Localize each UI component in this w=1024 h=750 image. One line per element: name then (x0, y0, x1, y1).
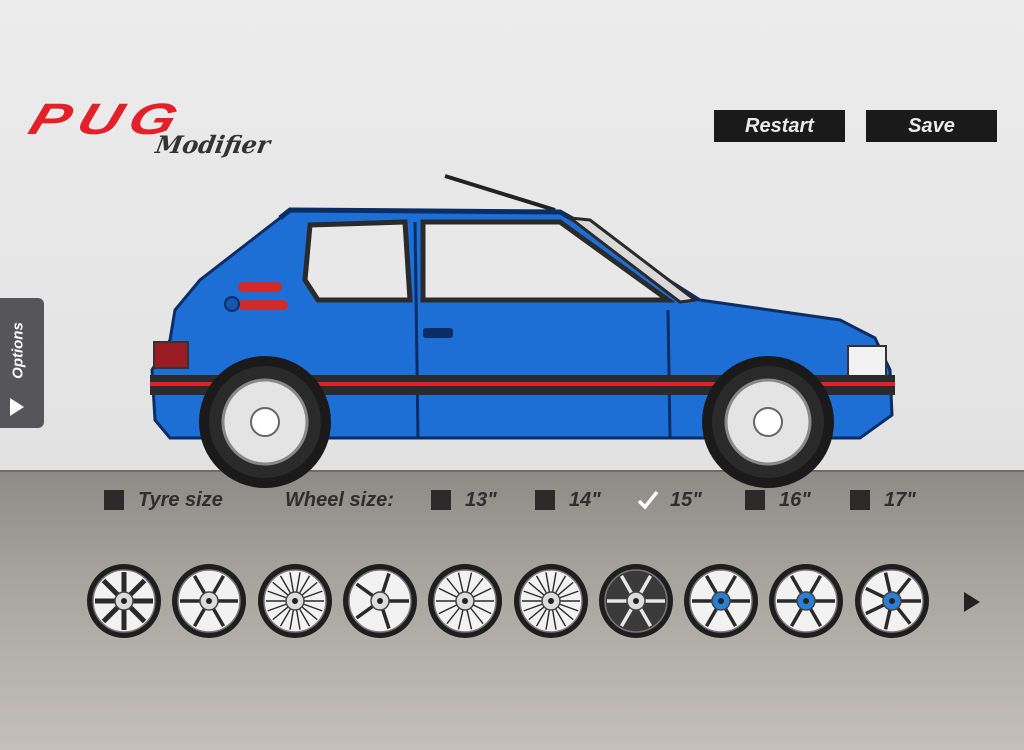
tyre-size-toggle[interactable]: Tyre size (104, 482, 223, 518)
wheel-style-2-icon[interactable] (170, 562, 248, 640)
car-illustration (150, 174, 895, 488)
front-wheel (712, 366, 824, 478)
chevron-right-icon[interactable] (964, 592, 980, 612)
restart-button[interactable]: Restart (714, 110, 845, 142)
wheel-style-4-icon[interactable] (341, 562, 419, 640)
checkbox-icon (431, 490, 451, 510)
checkmark-icon (637, 490, 659, 510)
wheel-style-3-icon[interactable] (256, 562, 334, 640)
wheel-style-8-icon[interactable] (682, 562, 760, 640)
checkbox-icon (104, 490, 124, 510)
options-label: Options (9, 322, 27, 379)
wheel-size-15-label: 15" (670, 488, 702, 511)
wheel-size-option-17[interactable]: 17" (850, 482, 916, 518)
size-controls: Tyre size Wheel size: 13" 14" 15" 16" 17… (0, 482, 1024, 522)
wheel-size-13-label: 13" (465, 488, 497, 511)
wheel-style-7-icon[interactable] (597, 562, 675, 640)
checkbox-icon (745, 490, 765, 510)
checkbox-icon (850, 490, 870, 510)
rear-wheel (209, 366, 321, 478)
wheel-size-17-label: 17" (884, 488, 916, 511)
logo-sub-text: Modifier (153, 130, 273, 159)
wheel-size-16-label: 16" (779, 488, 811, 511)
wheel-size-14-label: 14" (569, 488, 601, 511)
save-button[interactable]: Save (866, 110, 997, 142)
wheel-style-picker (0, 562, 1024, 648)
wheel-size-option-13[interactable]: 13" (431, 482, 497, 518)
wheel-style-10-icon[interactable] (853, 562, 931, 640)
tyre-size-label: Tyre size (138, 488, 223, 511)
wheel-style-1-icon[interactable] (85, 562, 163, 640)
play-arrow-icon (10, 398, 24, 416)
wheel-style-9-icon[interactable] (767, 562, 845, 640)
app-logo: PUG Modifier (23, 95, 298, 168)
wheel-size-option-14[interactable]: 14" (535, 482, 601, 518)
wheel-size-option-16[interactable]: 16" (745, 482, 811, 518)
wheel-style-6-icon[interactable] (512, 562, 590, 640)
wheel-size-label: Wheel size: (285, 489, 394, 511)
wheel-size-option-15[interactable]: 15" (636, 482, 702, 518)
checkbox-icon (535, 490, 555, 510)
wheel-style-5-icon[interactable] (426, 562, 504, 640)
options-tab[interactable]: Options (0, 298, 44, 428)
